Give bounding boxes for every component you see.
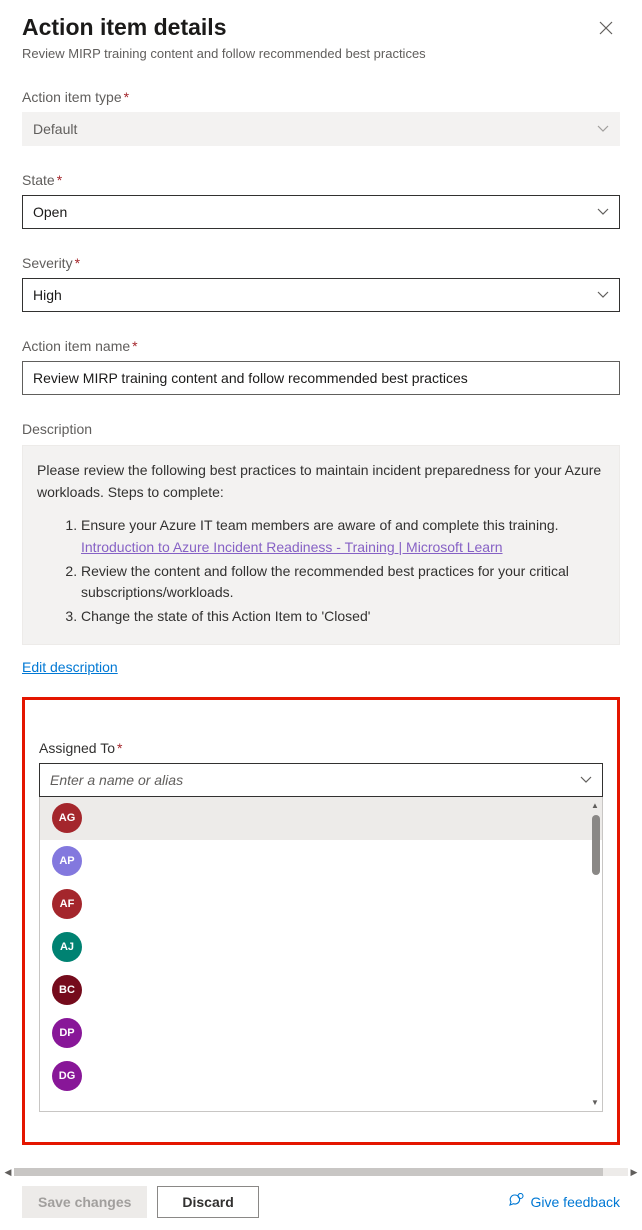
chevron-down-icon bbox=[580, 773, 592, 787]
chevron-down-icon bbox=[597, 205, 609, 219]
assigned-option-aj[interactable]: AJ bbox=[40, 926, 602, 969]
save-changes-button: Save changes bbox=[22, 1186, 147, 1218]
state-select[interactable]: Open bbox=[22, 195, 620, 229]
action-item-type-label: Action item type* bbox=[22, 89, 620, 105]
assigned-to-label: Assigned To* bbox=[39, 740, 603, 756]
scroll-thumb[interactable] bbox=[592, 815, 600, 875]
assigned-option-dp[interactable]: DP bbox=[40, 1012, 602, 1055]
training-link[interactable]: Introduction to Azure Incident Readiness… bbox=[81, 539, 503, 555]
severity-select[interactable]: High bbox=[22, 278, 620, 312]
severity-label: Severity* bbox=[22, 255, 620, 271]
avatar: BC bbox=[52, 975, 82, 1005]
action-item-type-value: Default bbox=[33, 121, 77, 137]
assigned-option-af[interactable]: AF bbox=[40, 883, 602, 926]
assigned-to-highlight: Assigned To* Enter a name or alias AGAPA… bbox=[22, 697, 620, 1145]
description-step-3: Change the state of this Action Item to … bbox=[81, 606, 605, 628]
assigned-option-ap[interactable]: AP bbox=[40, 840, 602, 883]
state-value: Open bbox=[33, 204, 67, 220]
assigned-to-dropdown: AG AP AF AJ BC DP DG ▲ ▼ bbox=[39, 797, 603, 1112]
severity-value: High bbox=[33, 287, 62, 303]
close-button[interactable] bbox=[592, 14, 620, 42]
description-label: Description bbox=[22, 421, 620, 437]
assigned-option-dg[interactable]: DG bbox=[40, 1055, 602, 1098]
assigned-to-input[interactable]: Enter a name or alias bbox=[39, 763, 603, 797]
feedback-text: Give feedback bbox=[531, 1194, 621, 1210]
chevron-down-icon bbox=[597, 122, 609, 136]
description-box: Please review the following best practic… bbox=[22, 445, 620, 645]
action-item-type-select: Default bbox=[22, 112, 620, 146]
panel-subtitle: Review MIRP training content and follow … bbox=[22, 46, 620, 61]
description-step-1: Ensure your Azure IT team members are aw… bbox=[81, 515, 605, 558]
avatar: AF bbox=[52, 889, 82, 919]
scroll-up-arrow[interactable]: ▲ bbox=[591, 801, 599, 810]
assigned-to-placeholder: Enter a name or alias bbox=[50, 772, 183, 788]
state-label: State* bbox=[22, 172, 620, 188]
avatar: DG bbox=[52, 1061, 82, 1091]
description-step-2: Review the content and follow the recomm… bbox=[81, 561, 605, 604]
discard-button[interactable]: Discard bbox=[157, 1186, 258, 1218]
feedback-icon bbox=[508, 1193, 525, 1212]
avatar: DP bbox=[52, 1018, 82, 1048]
avatar: AJ bbox=[52, 932, 82, 962]
assigned-option-bc[interactable]: BC bbox=[40, 969, 602, 1012]
action-item-name-label: Action item name* bbox=[22, 338, 620, 354]
scroll-down-arrow[interactable]: ▼ bbox=[591, 1098, 599, 1107]
avatar: AG bbox=[52, 803, 82, 833]
assigned-option-ag[interactable]: AG bbox=[40, 797, 602, 840]
chevron-down-icon bbox=[597, 288, 609, 302]
edit-description-link[interactable]: Edit description bbox=[22, 659, 118, 675]
action-item-name-input[interactable] bbox=[22, 361, 620, 395]
give-feedback-link[interactable]: Give feedback bbox=[508, 1193, 621, 1212]
panel-title: Action item details bbox=[22, 14, 226, 41]
avatar: AP bbox=[52, 846, 82, 876]
description-intro: Please review the following best practic… bbox=[37, 460, 605, 503]
